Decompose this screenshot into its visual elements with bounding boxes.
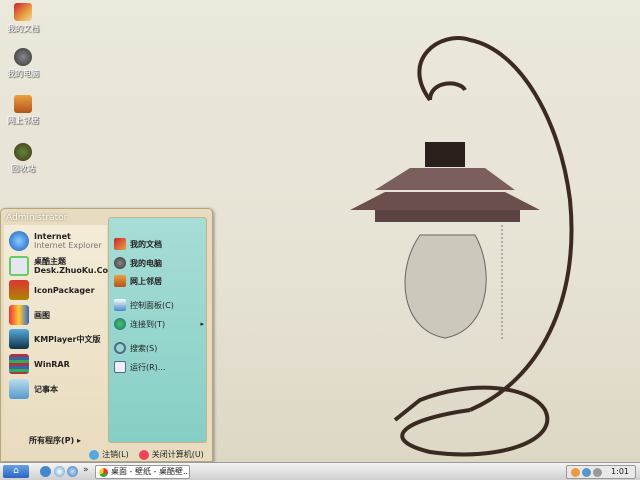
network-places-icon — [114, 275, 126, 287]
desktop-icon-my-computer[interactable]: 我的电脑 — [2, 48, 44, 79]
search-icon — [114, 342, 126, 354]
notepad-icon — [9, 379, 29, 399]
menu-item-zhuoku[interactable]: 桌酷主题 Desk.ZhuoKu.Com — [9, 256, 116, 276]
my-computer-icon — [14, 48, 32, 66]
lamp-wallpaper — [350, 36, 574, 457]
taskbar: ⌂ » 桌面 - 壁纸 - 桌酷壁... 1:01 — [0, 462, 640, 480]
system-tray: 1:01 — [566, 465, 636, 479]
all-programs-button[interactable]: 所有程序(P) ▸ — [29, 435, 81, 446]
kmplayer-icon — [9, 329, 29, 349]
logoff-icon — [89, 449, 99, 460]
run-icon — [114, 361, 126, 373]
quicklaunch-more-button[interactable]: » — [83, 465, 89, 475]
place-my-computer[interactable]: 我的电脑 — [114, 257, 162, 269]
power-icon — [138, 449, 149, 460]
iconpackager-icon — [9, 280, 29, 300]
clock: 1:01 — [611, 467, 629, 476]
globe-icon — [114, 318, 126, 330]
menu-item-notepad[interactable]: 记事本 — [9, 379, 58, 399]
winrar-icon — [9, 354, 29, 374]
chrome-icon — [99, 468, 108, 477]
menu-item-winrar[interactable]: WinRAR — [9, 354, 70, 374]
start-button[interactable]: ⌂ — [3, 465, 29, 478]
control-panel-icon — [114, 299, 126, 311]
qq-icon[interactable] — [571, 468, 580, 477]
quicklaunch-desktop-icon[interactable] — [40, 466, 51, 477]
quicklaunch-media-icon[interactable] — [67, 466, 78, 477]
menu-item-iconpackager[interactable]: IconPackager — [9, 280, 95, 300]
menu-item-internet[interactable]: Internet Internet Explorer — [9, 231, 102, 251]
place-run[interactable]: 运行(R)... — [114, 361, 165, 373]
taskbar-window-button[interactable]: 桌面 - 壁纸 - 桌酷壁... — [95, 465, 190, 479]
menu-item-paint[interactable]: 画图 — [9, 305, 50, 325]
arrow-right-icon: ▸ — [76, 436, 81, 445]
my-documents-icon — [14, 3, 32, 21]
paint-icon — [9, 305, 29, 325]
my-computer-icon — [114, 257, 126, 269]
ie-icon — [9, 231, 29, 251]
user-name: Administrator — [6, 213, 68, 223]
place-connect-to[interactable]: 连接到(T) ▸ — [114, 318, 204, 330]
pinned-programs: Internet Internet Explorer 桌酷主题 Desk.ZhuoK… — [4, 225, 116, 447]
menu-item-kmplayer[interactable]: KMPlayer中文版 — [9, 329, 101, 349]
place-network[interactable]: 网上邻居 — [114, 275, 162, 287]
start-menu: Administrator Internet Internet Explorer … — [0, 208, 213, 462]
network-places-icon — [14, 95, 32, 113]
logoff-button[interactable]: 注销(L) — [89, 449, 129, 460]
place-control-panel[interactable]: 控制面板(C) — [114, 299, 174, 311]
quicklaunch-ie-icon[interactable] — [54, 466, 65, 477]
start-menu-footer: 注销(L) 关闭计算机(U) — [89, 449, 204, 460]
volume-icon[interactable] — [593, 468, 602, 477]
desktop-icon-recycle-bin[interactable]: 回收站 — [2, 143, 44, 174]
place-search[interactable]: 搜索(S) — [114, 342, 157, 354]
recycle-bin-icon — [14, 143, 32, 161]
zhuoku-icon — [9, 256, 29, 276]
my-documents-icon — [114, 238, 126, 250]
place-my-documents[interactable]: 我的文档 — [114, 238, 162, 250]
arrow-right-icon: ▸ — [200, 320, 204, 328]
places-panel: 我的文档 我的电脑 网上邻居 控制面板(C) 连接到(T) ▸ 搜索(S) 运行(… — [108, 217, 207, 443]
home-icon: ⌂ — [13, 466, 19, 476]
shutdown-button[interactable]: 关闭计算机(U) — [138, 449, 204, 460]
network-icon[interactable] — [582, 468, 591, 477]
desktop-icon-network[interactable]: 网上邻居 — [2, 95, 44, 126]
desktop-icon-my-documents[interactable]: 我的文档 — [2, 3, 44, 34]
